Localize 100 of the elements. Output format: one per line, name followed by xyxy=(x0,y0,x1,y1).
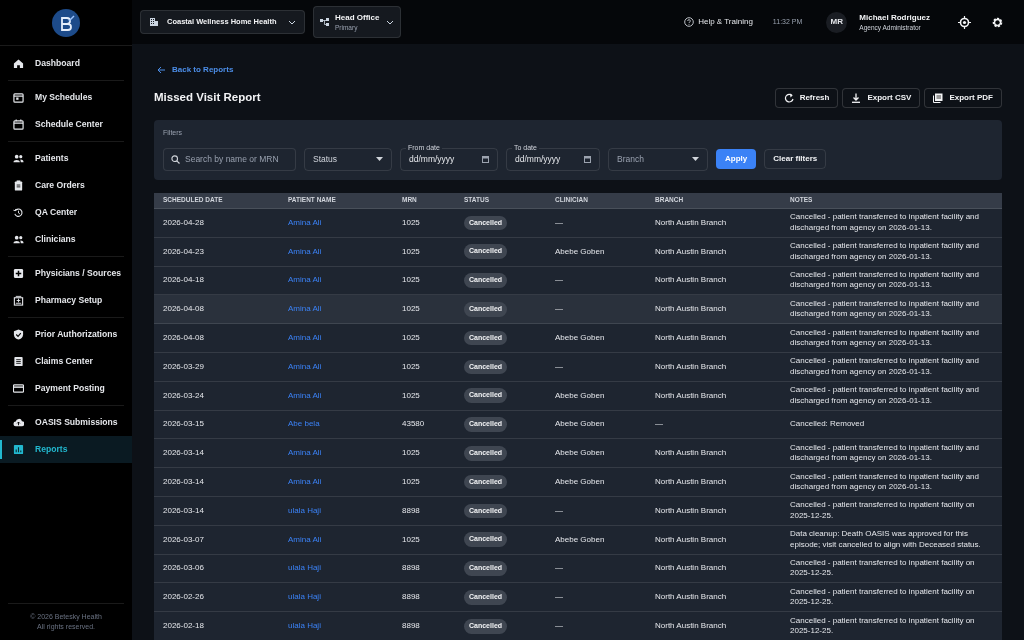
patient-link[interactable]: ulala Haji xyxy=(288,592,321,602)
patient-link[interactable]: ulala Haji xyxy=(288,621,321,631)
hierarchy-icon xyxy=(320,17,329,27)
table-cell: Abebe Goben xyxy=(555,477,605,487)
credit-card-icon xyxy=(13,383,24,394)
patient-link[interactable]: Abe bela xyxy=(288,419,320,429)
sidebar-item[interactable]: Claims Center xyxy=(0,348,132,375)
cloud-upload-icon xyxy=(13,417,24,428)
user-avatar[interactable]: MR xyxy=(826,11,848,33)
apply-button[interactable]: Apply xyxy=(716,149,757,169)
sidebar-item[interactable]: My Schedules xyxy=(0,84,132,111)
history-icon xyxy=(13,207,24,218)
table-cell-text: Cancelled - patient transferred to inpatient facility and discharged from agency on 2026-01-13. xyxy=(790,385,980,407)
table-cell: — xyxy=(655,419,663,429)
table-cell-text: Cancelled - patient transferred to inpatient facility and discharged from agency on 2026-01-13. xyxy=(790,471,980,493)
logo-icon xyxy=(52,8,80,37)
table-cell: 1025 xyxy=(402,275,420,285)
table-cell: — xyxy=(555,592,563,602)
patient-link[interactable]: Amina Ali xyxy=(288,390,322,400)
sidebar-item[interactable]: Payment Posting xyxy=(0,375,132,402)
table-cell: North Austin Branch xyxy=(655,505,727,515)
table-cell: 2026-03-07 xyxy=(163,534,204,544)
clipboard-icon xyxy=(13,180,24,191)
patient-link[interactable]: ulala Haji xyxy=(288,563,321,573)
sidebar-item[interactable]: QA Center xyxy=(0,199,132,226)
table-cell-text: Data cleanup: Death OASIS was approved for this episode; visit cancelled to align with Deceased status. xyxy=(790,529,982,551)
table-cell-text: Cancelled - patient transferred to inpatient facility and discharged from agency on 2026-01-13. xyxy=(790,327,980,349)
table-cell: Abebe Goben xyxy=(555,390,605,400)
table-cell: 2026-03-24 xyxy=(163,390,204,400)
patient-link[interactable]: Amina Ali xyxy=(288,304,322,314)
calendar-icon xyxy=(482,155,489,163)
sidebar-item[interactable]: Schedule Center xyxy=(0,111,132,138)
table-cell-text: Cancelled - patient transferred to inpatient facility on 2025-12-25. xyxy=(790,500,976,522)
building-icon xyxy=(149,17,159,27)
table-cell: North Austin Branch xyxy=(655,333,727,343)
refresh-button[interactable]: Refresh xyxy=(774,88,839,108)
table-cell: 43580 xyxy=(402,419,425,429)
table-cell-text: Cancelled - patient transferred to inpatient facility and discharged from agency on 2026-01-13. xyxy=(790,356,980,378)
sidebar-item[interactable]: Physicians / Sources xyxy=(0,260,132,287)
patient-link[interactable]: Amina Ali xyxy=(288,477,322,487)
table-cell: 1025 xyxy=(402,246,420,256)
sidebar-item[interactable]: Dashboard xyxy=(0,50,132,77)
help-icon xyxy=(684,17,695,27)
table-cell-text: Cancelled - patient transferred to inpatient facility and discharged from agency on 2026-01-13. xyxy=(790,270,980,291)
patient-link[interactable]: Amina Ali xyxy=(288,361,322,371)
table-cell-text: Cancelled: Removed xyxy=(790,419,866,430)
table-cell: 2026-03-14 xyxy=(163,477,204,487)
patient-link[interactable]: Amina Ali xyxy=(288,217,322,227)
table-cell: 2026-03-14 xyxy=(163,505,204,515)
table-cell: North Austin Branch xyxy=(655,621,727,631)
settings-icon[interactable] xyxy=(991,15,1004,29)
table-cell: North Austin Branch xyxy=(655,361,727,371)
sidebar-item[interactable]: Patients xyxy=(0,145,132,172)
people-icon xyxy=(13,234,24,245)
pharmacy-icon xyxy=(13,295,24,306)
calendar-icon xyxy=(13,92,24,103)
table-cell: North Austin Branch xyxy=(655,563,727,573)
branch-select[interactable]: Branch xyxy=(608,147,708,171)
table-cell: 1025 xyxy=(402,477,420,487)
sidebar-item[interactable]: Reports xyxy=(0,436,132,463)
table-cell: 1025 xyxy=(402,333,420,343)
help-link[interactable]: Help & Training xyxy=(684,16,753,28)
chevron-down-icon xyxy=(386,18,394,26)
table-cell-text: Cancelled - patient transferred to inpatient facility and discharged from agency on 2026-01-13. xyxy=(790,442,980,464)
sidebar-item[interactable]: Pharmacy Setup xyxy=(0,287,132,314)
table-cell: North Austin Branch xyxy=(655,390,727,400)
table-cell: 2026-03-15 xyxy=(163,419,204,429)
table-cell: North Austin Branch xyxy=(655,592,727,602)
table-cell: North Austin Branch xyxy=(655,217,727,227)
people-icon xyxy=(13,153,24,164)
table-cell: 8898 xyxy=(402,592,420,602)
export-csv-button[interactable]: Export CSV xyxy=(842,88,921,108)
table-cell: Abebe Goben xyxy=(555,333,605,343)
table-cell: 2026-04-28 xyxy=(163,217,204,227)
patient-link[interactable]: Amina Ali xyxy=(288,534,322,544)
sidebar-item[interactable]: OASIS Submissions xyxy=(0,409,132,436)
back-link[interactable]: Back to Reports xyxy=(157,64,234,76)
patient-link[interactable]: Amina Ali xyxy=(288,275,322,285)
table-cell: 1025 xyxy=(402,534,420,544)
table-cell: North Austin Branch xyxy=(655,275,727,285)
table-cell: 2026-03-14 xyxy=(163,448,204,458)
patient-link[interactable]: Amina Ali xyxy=(288,333,322,343)
export-pdf-button[interactable]: Export PDF xyxy=(924,88,1002,108)
patient-link[interactable]: Amina Ali xyxy=(288,246,322,256)
status-select[interactable]: Status xyxy=(304,147,392,171)
sidebar-item[interactable]: Clinicians xyxy=(0,226,132,253)
sidebar-item[interactable]: Prior Authorizations xyxy=(0,321,132,348)
table-cell: 2026-03-06 xyxy=(163,563,204,573)
table-cell: 2026-04-08 xyxy=(163,333,204,343)
search-field[interactable]: Search by name or MRN xyxy=(163,147,296,171)
table-cell: Abebe Goben xyxy=(555,419,605,429)
table-cell: 1025 xyxy=(402,217,420,227)
user-name: Michael Rodriguez xyxy=(859,11,930,23)
table-cell: — xyxy=(555,505,563,515)
table-cell: 8898 xyxy=(402,621,420,631)
sidebar-item[interactable]: Care Orders xyxy=(0,172,132,199)
clear-filters-button[interactable]: Clear filters xyxy=(764,149,827,169)
table-cell: — xyxy=(555,275,563,285)
patient-link[interactable]: ulala Haji xyxy=(288,505,321,515)
patient-link[interactable]: Amina Ali xyxy=(288,448,322,458)
